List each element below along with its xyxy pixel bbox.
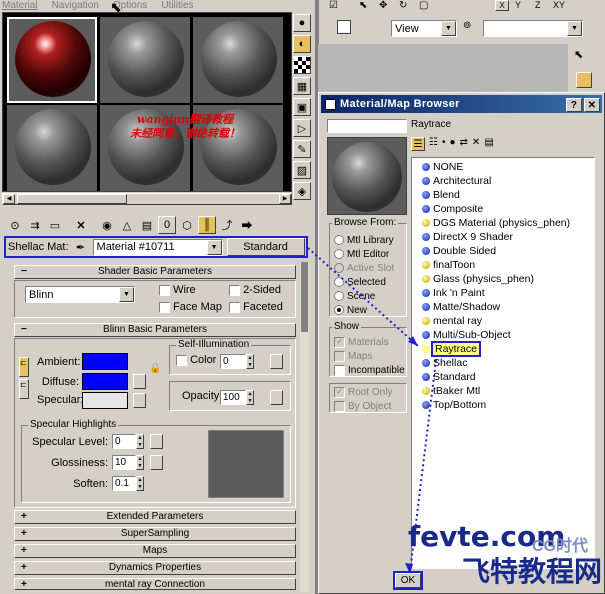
arrow-to-raytrace (307, 247, 419, 347)
site-watermark-cn: 飞特教程网 (462, 555, 603, 588)
brand-watermark: CG时代 (532, 538, 589, 555)
annotation-arrows (307, 247, 437, 574)
arrowhead-icon (405, 563, 413, 574)
